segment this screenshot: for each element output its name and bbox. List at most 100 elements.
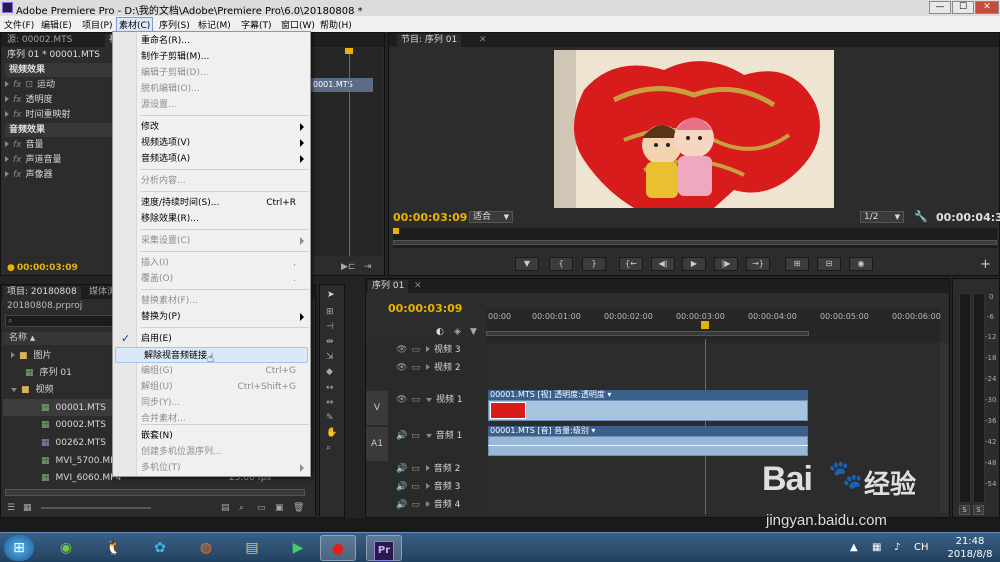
scrub-playhead[interactable]: [393, 228, 399, 234]
speaker-icon[interactable]: 🔊: [396, 482, 407, 492]
speaker-icon[interactable]: 🔊: [396, 464, 407, 474]
fit-dropdown[interactable]: 适合 ▼: [469, 211, 513, 223]
timeline-playhead-head[interactable]: [701, 321, 709, 329]
collapse-icon[interactable]: [425, 434, 432, 438]
ripple-edit-tool-icon[interactable]: ⊣: [326, 322, 334, 332]
lock-icon[interactable]: ▭: [411, 464, 420, 474]
track-select-tool-icon[interactable]: ⊞: [326, 307, 334, 317]
extract-button[interactable]: ⊟: [817, 257, 841, 271]
expand-icon[interactable]: [425, 483, 430, 489]
app-window-icon[interactable]: ▶: [280, 535, 316, 561]
menu-marker[interactable]: 标记(M): [198, 18, 231, 31]
clock-time[interactable]: 21:48: [948, 536, 992, 547]
expand-icon[interactable]: [425, 346, 430, 352]
volume-icon[interactable]: ♪: [894, 542, 900, 553]
menu-window[interactable]: 窗口(W): [281, 18, 315, 31]
menu-project[interactable]: 项目(P): [82, 18, 112, 31]
clock-date[interactable]: 2018/8/8: [944, 549, 996, 560]
project-item-video-folder[interactable]: ■ 视频: [11, 383, 54, 397]
menu-item[interactable]: 速度/持续时间(S)... Ctrl+R: [113, 195, 310, 211]
expand-icon[interactable]: [5, 111, 9, 117]
hand-tool-icon[interactable]: ✋: [326, 428, 337, 438]
mini-playhead-head[interactable]: [345, 48, 353, 54]
export-frame-button[interactable]: ◉: [849, 257, 873, 271]
new-item-icon[interactable]: ▣: [275, 503, 284, 513]
menu-item[interactable]: 修改: [113, 119, 310, 135]
menu-item[interactable]: 移除效果(R)...: [113, 211, 310, 227]
play-button[interactable]: ▶: [682, 257, 706, 271]
effect-mini-timeline[interactable]: 0001.MTS: [311, 48, 383, 256]
explorer-folder-icon[interactable]: ▤: [234, 535, 270, 561]
menu-item[interactable]: 音频选项(A): [113, 151, 310, 167]
expand-icon[interactable]: [425, 501, 430, 507]
play-only-icon[interactable]: ▶⊏: [341, 262, 355, 272]
speaker-icon[interactable]: 🔊: [396, 431, 407, 441]
project-item-clip[interactable]: ▦ MVI_5700.MP4: [41, 454, 121, 468]
button-editor-plus[interactable]: +: [980, 257, 991, 272]
go-to-out-button[interactable]: →}: [746, 257, 770, 271]
pen-tool-icon[interactable]: ✎: [326, 413, 334, 423]
marker-icon[interactable]: ▼: [470, 327, 477, 337]
menu-clip[interactable]: 素材(C): [116, 17, 154, 32]
program-current-timecode[interactable]: 00:00:03:09: [393, 211, 467, 224]
zoom-scroll-bar[interactable]: [393, 240, 997, 245]
horizontal-scrollbar[interactable]: [5, 489, 305, 496]
project-item-clip[interactable]: ▦ 00002.MTS: [41, 418, 106, 432]
time-ruler[interactable]: 00:00 00:00:01:00 00:00:02:00 00:00:03:0…: [486, 309, 941, 343]
menu-item[interactable]: 视频选项(V): [113, 135, 310, 151]
tab-source[interactable]: 源: 00002.MTS: [3, 34, 76, 47]
menu-item[interactable]: 制作子剪辑(M)...: [113, 49, 310, 65]
browser-360-icon[interactable]: ◉: [48, 535, 84, 561]
fx-row-motion[interactable]: fx ⊡ 运动: [5, 78, 55, 92]
track-header-v2[interactable]: 👁 ▭ 视频 2: [396, 361, 461, 375]
program-video-frame[interactable]: [554, 50, 834, 208]
start-button[interactable]: ⊞: [4, 535, 34, 561]
track-header-a4[interactable]: 🔊 ▭ 音频 4: [396, 498, 460, 510]
razor-tool-icon[interactable]: ◆: [326, 367, 333, 377]
menu-sequence[interactable]: 序列(S): [159, 18, 190, 31]
expand-icon[interactable]: [5, 81, 9, 87]
expand-icon[interactable]: [425, 364, 430, 370]
zoom-tool-icon[interactable]: ⌕: [326, 443, 331, 453]
menu-item[interactable]: 重命名(R)...: [113, 33, 310, 49]
network-icon[interactable]: ▦: [872, 542, 881, 553]
eye-icon[interactable]: 👁: [396, 345, 407, 355]
new-bin-icon[interactable]: ▭: [257, 503, 266, 513]
video-target-v[interactable]: V: [366, 391, 388, 425]
resolution-dropdown[interactable]: 1/2 ▼: [860, 211, 904, 223]
zoom-slider[interactable]: [41, 507, 151, 509]
slide-tool-icon[interactable]: ⇔: [326, 398, 334, 408]
eye-icon[interactable]: 👁: [396, 395, 407, 405]
wrench-icon[interactable]: 🔧: [914, 210, 928, 223]
rate-stretch-tool-icon[interactable]: ⇲: [326, 352, 334, 362]
close-tab-icon[interactable]: ✕: [475, 34, 491, 47]
tab-project[interactable]: 项目: 20180808: [3, 286, 81, 299]
audio-target-a1[interactable]: A1: [366, 427, 388, 461]
menu-title[interactable]: 字幕(T): [241, 18, 272, 31]
step-back-button[interactable]: ◀|: [651, 257, 675, 271]
solo-right-button[interactable]: S: [973, 505, 984, 515]
lift-button[interactable]: ⊞: [785, 257, 809, 271]
menu-item[interactable]: 嵌套(N): [113, 428, 310, 444]
project-item-clip[interactable]: ▦ MVI_6060.MP4: [41, 471, 121, 485]
eye-icon[interactable]: 👁: [396, 363, 407, 373]
lock-icon[interactable]: ▭: [411, 431, 420, 441]
project-item-clip[interactable]: ▦ 00262.MTS: [41, 436, 106, 450]
project-search-input[interactable]: ⌕: [5, 315, 113, 327]
menu-file[interactable]: 文件(F): [4, 18, 34, 31]
project-item-sequence[interactable]: ▦ 序列 01: [25, 366, 72, 380]
media-player-icon[interactable]: ✿: [142, 535, 178, 561]
slip-tool-icon[interactable]: ↔: [326, 383, 334, 393]
fx-row-channel-volume[interactable]: fx 声道音量: [5, 153, 62, 167]
track-header-a1[interactable]: 🔊 ▭ 音频 1: [396, 429, 462, 443]
close-button[interactable]: ✕: [975, 1, 999, 14]
tray-arrow-icon[interactable]: ▲: [850, 542, 858, 553]
firefox-icon[interactable]: ◍: [188, 535, 224, 561]
expand-icon[interactable]: [5, 171, 9, 177]
project-item-clip[interactable]: ▦ 00001.MTS: [41, 401, 106, 415]
tab-sequence[interactable]: 序列 01: [368, 280, 409, 293]
expand-icon[interactable]: [425, 465, 430, 471]
set-marker-icon[interactable]: ◈: [454, 327, 461, 337]
track-header-a2[interactable]: 🔊 ▭ 音频 2: [396, 462, 460, 476]
list-view-icon[interactable]: ☰: [7, 503, 15, 513]
